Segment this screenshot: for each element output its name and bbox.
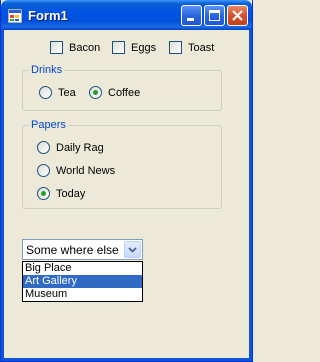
radio-button[interactable] — [37, 187, 50, 200]
radio-world-news[interactable]: World News — [37, 164, 115, 177]
radio-button[interactable] — [37, 164, 50, 177]
window-frame-right — [249, 30, 252, 361]
maximize-icon — [209, 10, 220, 21]
radio-today[interactable]: Today — [37, 187, 85, 200]
checkbox-toast[interactable]: Toast — [169, 41, 214, 54]
radio-coffee[interactable]: Coffee — [89, 86, 140, 99]
checkbox-label: Toast — [188, 41, 215, 54]
radio-button[interactable] — [89, 86, 102, 99]
radio-label: Today — [56, 187, 86, 200]
list-item[interactable]: Big Place — [23, 262, 142, 275]
papers-group-title: Papers — [29, 119, 68, 131]
radio-label: Coffee — [108, 86, 141, 99]
radio-daily-rag[interactable]: Daily Rag — [37, 141, 104, 154]
checkbox-box[interactable] — [112, 41, 125, 54]
combobox-dropdown-button[interactable] — [124, 241, 141, 258]
checkbox-box[interactable] — [169, 41, 182, 54]
list-item[interactable]: Art Gallery — [23, 275, 142, 288]
window-frame-left — [1, 30, 4, 361]
checkbox-label: Bacon — [69, 41, 101, 54]
close-icon — [232, 10, 243, 21]
list-item[interactable]: Museum — [23, 288, 142, 301]
chevron-down-icon — [128, 247, 137, 253]
radio-button[interactable] — [37, 141, 50, 154]
radio-label: Tea — [58, 86, 76, 99]
window-title: Form1 — [28, 8, 68, 23]
minimize-icon — [187, 18, 194, 21]
location-combobox[interactable]: Some where else — [22, 239, 143, 260]
radio-button[interactable] — [39, 86, 52, 99]
radio-tea[interactable]: Tea — [39, 86, 76, 99]
radio-label: World News — [56, 164, 116, 177]
checkbox-box[interactable] — [50, 41, 63, 54]
maximize-button[interactable] — [204, 5, 225, 26]
close-button[interactable] — [227, 5, 248, 26]
window-frame-bottom — [1, 358, 252, 361]
combobox-value[interactable]: Some where else — [26, 243, 119, 257]
radio-label: Daily Rag — [56, 141, 104, 154]
minimize-button[interactable] — [181, 5, 202, 26]
app-form-icon — [8, 9, 22, 23]
checkbox-bacon[interactable]: Bacon — [50, 41, 100, 54]
checkbox-label: Eggs — [131, 41, 157, 54]
form1-window: Form1 Bacon Eggs Toast Drinks Tea Coffee… — [0, 0, 253, 362]
checkbox-eggs[interactable]: Eggs — [112, 41, 156, 54]
drinks-group-title: Drinks — [29, 64, 65, 76]
title-bar[interactable]: Form1 — [1, 0, 252, 30]
location-dropdown-list: Big Place Art Gallery Museum — [22, 261, 143, 302]
